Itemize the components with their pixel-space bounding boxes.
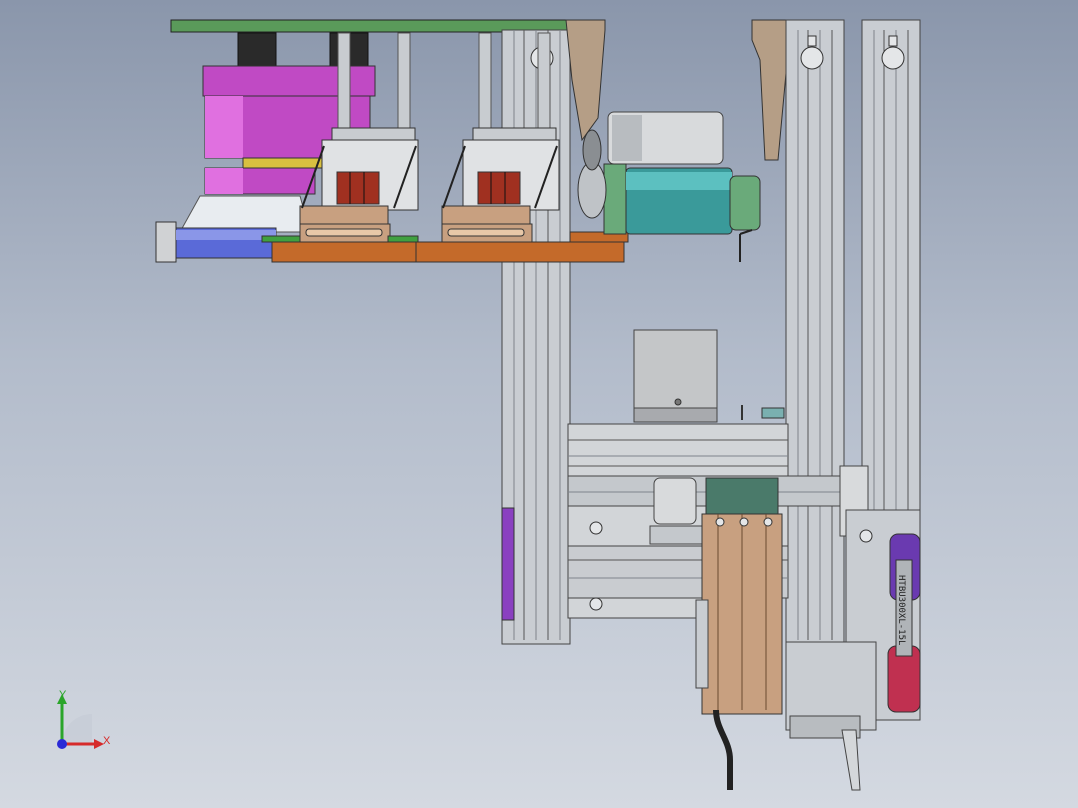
linear-actuator[interactable]: [695, 477, 783, 715]
machine-assembly-drawing[interactable]: HTBU300XL-15L Y X: [0, 0, 1078, 808]
cad-viewport[interactable]: HTBU300XL-15L Y X: [0, 0, 1078, 808]
frame-column-middle[interactable]: [785, 19, 845, 643]
pneumatic-cylinder[interactable]: [649, 477, 703, 545]
cable: [713, 709, 733, 790]
bracket-right[interactable]: [751, 19, 791, 161]
side-plate[interactable]: [501, 507, 515, 621]
z-axis-dot: [57, 739, 67, 749]
control-box[interactable]: [633, 329, 785, 423]
machine-assembly[interactable]: HTBU300XL-15L: [155, 19, 921, 791]
x-axis-label: X: [103, 735, 111, 747]
bracket-left[interactable]: [565, 19, 606, 142]
frame-column-right[interactable]: [861, 19, 921, 541]
y-axis-label: Y: [59, 689, 67, 701]
orientation-triad: Y X: [57, 689, 111, 749]
belt-label: HTBU300XL-15L: [896, 575, 906, 645]
lower-motor[interactable]: [785, 641, 877, 791]
